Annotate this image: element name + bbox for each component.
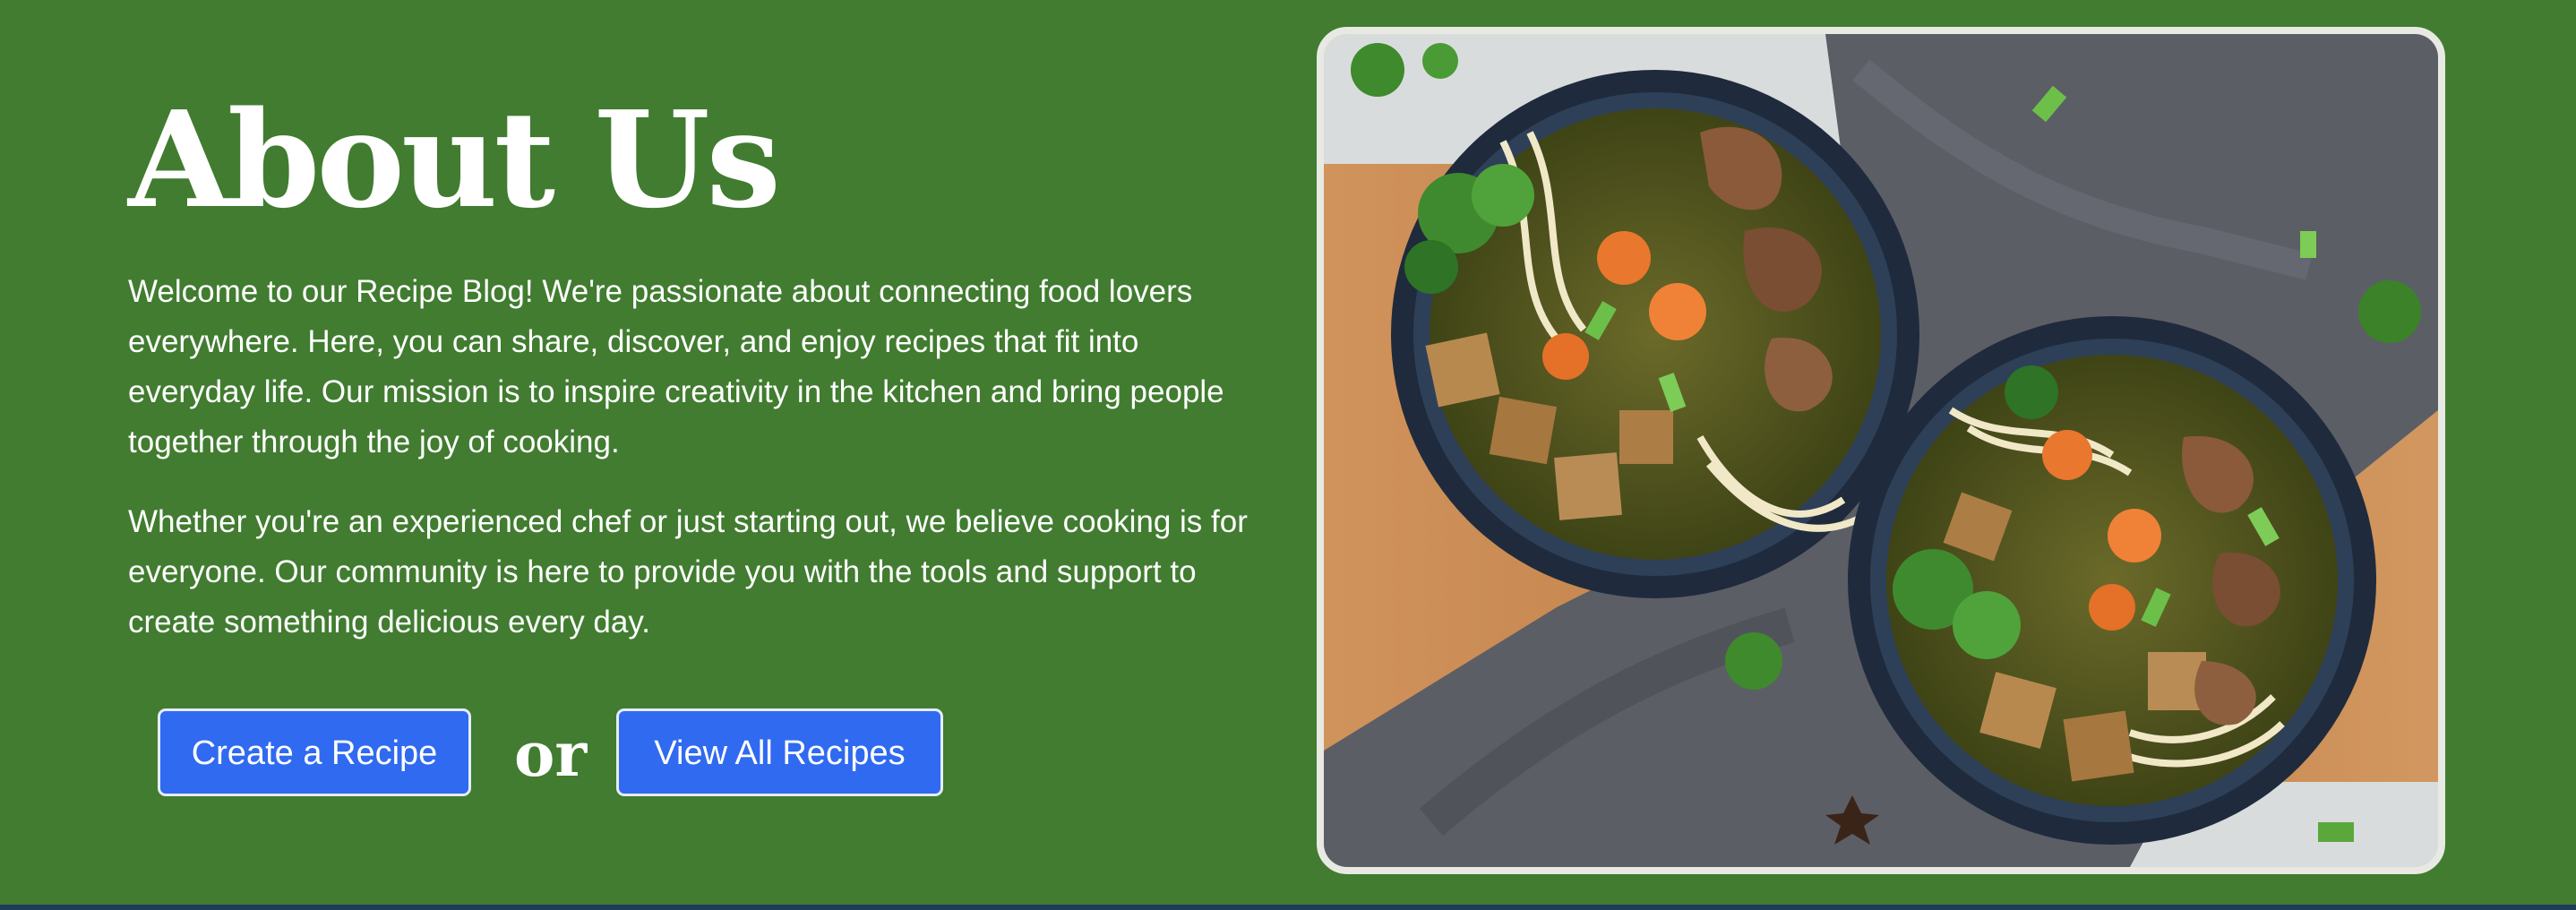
- page-title: About Us: [128, 82, 781, 237]
- about-paragraph-community: Whether you're an experienced chef or ju…: [128, 504, 1248, 640]
- about-section: About Us Welcome to our Recipe Blog! We'…: [0, 0, 2576, 905]
- or-separator: or: [514, 719, 588, 791]
- view-all-recipes-button[interactable]: View All Recipes: [616, 708, 943, 796]
- noodle-bowls-illustration: [1324, 34, 2438, 867]
- create-recipe-button[interactable]: Create a Recipe: [158, 708, 471, 796]
- hero-food-photo: [1317, 27, 2445, 874]
- footer-strip: [0, 905, 2576, 910]
- about-paragraph-intro: Welcome to our Recipe Blog! We're passio…: [128, 274, 1224, 459]
